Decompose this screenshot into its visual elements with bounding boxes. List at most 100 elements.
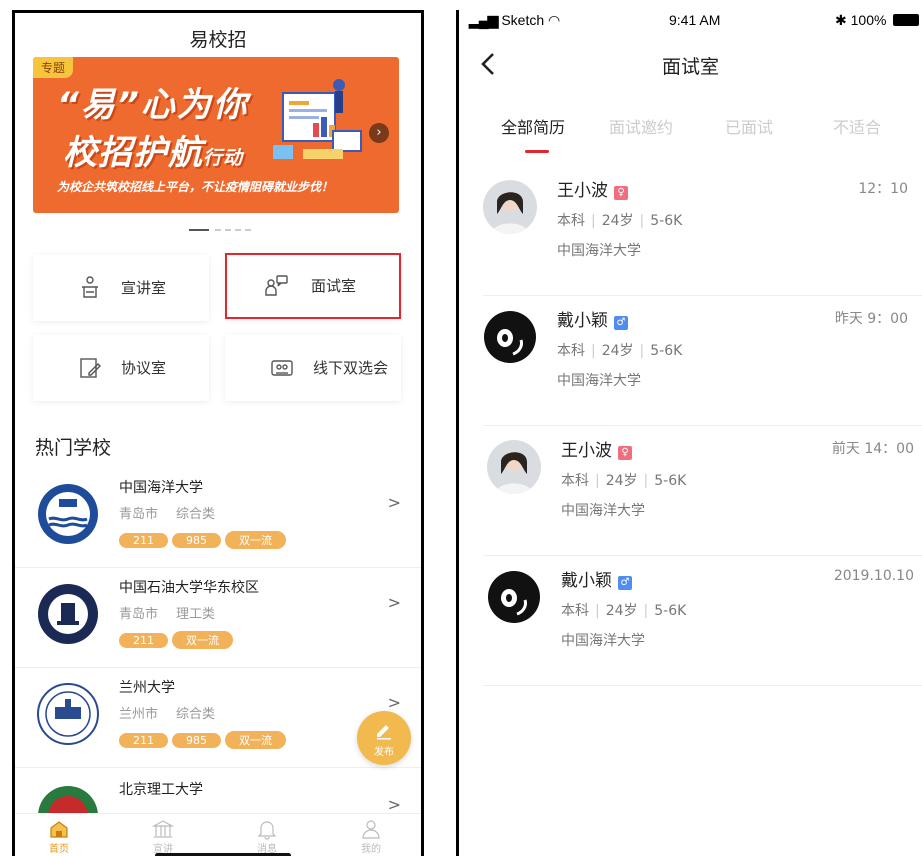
candidate-row[interactable]: 戴小颖 ♂ 本科 | 24岁 | 5-6K 中国海洋大学 2019.10.10 — [459, 556, 922, 686]
carousel-dot-active — [189, 229, 209, 231]
tab-all-resumes[interactable]: 全部简历 — [501, 114, 565, 138]
carousel-dot — [215, 229, 221, 231]
tab-profile[interactable]: 我的 — [341, 818, 401, 855]
chevron-right-icon: > — [387, 493, 401, 512]
school-meta: 青岛市 理工类 — [119, 603, 233, 622]
female-icon: ♀ — [614, 186, 628, 200]
interview-icon — [265, 275, 288, 296]
avatar — [483, 310, 537, 364]
menu-label: 线下双选会 — [313, 359, 389, 377]
status-bar: ▂▄▆ Sketch ◠ 9:41 AM ✱ 100% — [459, 10, 922, 30]
candidate-time: 昨天 9：00 — [834, 311, 908, 327]
school-tag: 双一流 — [225, 731, 286, 749]
avatar — [487, 570, 541, 624]
menu-label: 协议室 — [121, 359, 167, 377]
home-icon — [50, 821, 68, 838]
bottom-tabbar: 首页 宣讲 消息 我的 — [15, 813, 421, 856]
agreement-icon — [80, 358, 101, 378]
school-name: 兰州大学 — [119, 680, 175, 696]
avatar — [487, 440, 541, 494]
candidate-salary: 5-6K — [650, 343, 683, 359]
carousel-dot — [245, 229, 251, 231]
candidate-info: 本科 | 24岁 | 5-6K — [557, 343, 683, 359]
candidate-degree: 本科 — [557, 213, 585, 229]
school-tag: 985 — [172, 733, 221, 748]
candidate-school: 中国海洋大学 — [557, 243, 641, 259]
menu-card-agreement[interactable]: 协议室 — [33, 335, 209, 401]
chevron-right-icon: > — [387, 693, 401, 712]
candidate-salary: 5-6K — [650, 213, 683, 229]
candidate-age: 24岁 — [605, 603, 638, 619]
school-city: 青岛市 — [119, 607, 159, 622]
candidate-degree: 本科 — [561, 603, 589, 619]
hot-schools-heading: 热门学校 — [35, 437, 112, 459]
male-icon: ♂ — [618, 576, 632, 590]
candidate-info: 本科 | 24岁 | 5-6K — [561, 603, 687, 619]
app-title: 易校招 — [189, 29, 247, 51]
menu-label: 面试室 — [311, 277, 357, 295]
male-icon: ♂ — [614, 316, 628, 330]
building-icon — [152, 820, 174, 838]
menu-card-podium[interactable]: 宣讲室 — [33, 255, 209, 321]
carousel-dot — [235, 229, 241, 231]
promo-banner[interactable]: 专题 “易”心为你 校招护航行动 为校企共筑校招线上平台，不让疫情阻碍就业步伐！… — [33, 57, 399, 213]
menu-card-interview[interactable]: 面试室 — [225, 253, 401, 319]
avatar — [483, 180, 537, 234]
banner-next-icon[interactable]: › — [369, 123, 389, 143]
tab-home[interactable]: 首页 — [29, 818, 89, 855]
candidate-row[interactable]: 戴小颖 ♂ 本科 | 24岁 | 5-6K 中国海洋大学 昨天 9：00 — [459, 296, 922, 426]
banner-subheadline: 校招护航行动 — [63, 125, 243, 174]
candidate-school: 中国海洋大学 — [557, 373, 641, 389]
candidate-name-text: 王小波 — [561, 441, 612, 461]
candidate-time: 前天 14：00 — [831, 441, 914, 457]
banner-headline: “易”心为你 — [57, 85, 249, 125]
chevron-right-icon: > — [387, 795, 401, 814]
school-type: 综合类 — [176, 507, 216, 522]
school-tag: 双一流 — [225, 531, 286, 549]
interview-room-screen: ▂▄▆ Sketch ◠ 9:41 AM ✱ 100% 面试室 全部简历 面试邀… — [456, 10, 922, 856]
tab-interview-invites[interactable]: 面试邀约 — [609, 114, 673, 138]
candidate-name: 王小波 ♀ — [561, 436, 632, 461]
tab-lecture[interactable]: 宣讲 — [133, 818, 193, 855]
school-tag: 211 — [119, 633, 168, 648]
tab-label: 首页 — [49, 844, 69, 855]
candidate-info: 本科 | 24岁 | 5-6K — [557, 213, 683, 229]
publish-button[interactable]: 发布 — [357, 711, 411, 765]
school-meta: 青岛市 综合类 — [119, 503, 233, 522]
candidate-name-text: 戴小颖 — [561, 571, 612, 591]
banner-subheadline-small: 行动 — [203, 147, 244, 169]
user-icon — [362, 820, 380, 839]
school-meta: 兰州市 综合类 — [119, 703, 233, 722]
banner-tag: 专题 — [33, 57, 74, 78]
candidate-name: 戴小颖 ♂ — [561, 566, 632, 591]
candidate-time: 2019.10.10 — [833, 568, 914, 584]
status-time: 9:41 AM — [669, 12, 721, 28]
candidate-name-text: 戴小颖 — [557, 311, 608, 331]
menu-card-job-fair[interactable]: 线下双选会 — [225, 335, 401, 401]
wifi-icon: ◠ — [548, 12, 561, 28]
candidate-time: 12：10 — [858, 181, 908, 197]
school-type: 理工类 — [176, 607, 216, 622]
school-tag: 211 — [119, 533, 168, 548]
candidate-salary: 5-6K — [654, 473, 687, 489]
tab-unsuitable[interactable]: 不适合 — [833, 114, 881, 138]
candidate-row[interactable]: 王小波 ♀ 本科 | 24岁 | 5-6K 中国海洋大学 前天 14：00 — [459, 426, 922, 556]
home-screen: 易校招 专题 “易”心为你 校招护航行动 为校企共筑校招线上平台，不让疫情阻碍就… — [12, 10, 424, 856]
school-name: 北京理工大学 — [119, 782, 203, 798]
candidate-row[interactable]: 王小波 ♀ 本科 | 24岁 | 5-6K 中国海洋大学 12：10 — [459, 166, 922, 296]
school-tag: 985 — [172, 533, 221, 548]
candidate-age: 24岁 — [601, 213, 634, 229]
battery-icon — [893, 14, 919, 26]
school-name: 中国海洋大学 — [119, 480, 203, 496]
school-logo — [38, 484, 98, 544]
school-name: 中国石油大学华东校区 — [119, 580, 259, 596]
menu-label: 宣讲室 — [121, 279, 167, 297]
candidate-name: 戴小颖 ♂ — [557, 306, 628, 331]
candidate-age: 24岁 — [605, 473, 638, 489]
podium-icon — [82, 276, 98, 298]
tab-messages[interactable]: 消息 — [237, 818, 297, 855]
tab-interviewed[interactable]: 已面试 — [725, 114, 773, 138]
school-tag: 211 — [119, 733, 168, 748]
school-row[interactable]: 中国石油大学华东校区 青岛市 理工类 211 双一流 > — [15, 567, 421, 668]
school-row[interactable]: 中国海洋大学 青岛市 综合类 211 985 双一流 > — [15, 467, 421, 568]
